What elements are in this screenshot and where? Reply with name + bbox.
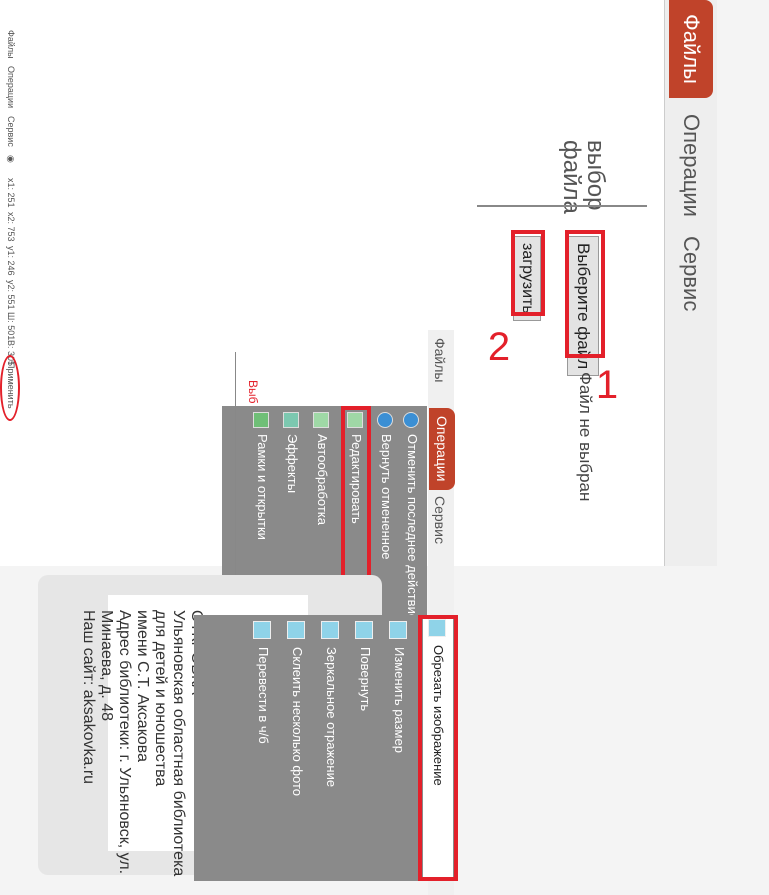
merge-icon (287, 621, 306, 639)
undo-icon (403, 412, 420, 428)
highlight-box-choose (565, 230, 605, 358)
menu-item-label: Вернуть отмененное (379, 434, 394, 560)
menu-item-label: Рамки и открытки (255, 434, 270, 540)
highlight-box-upload (511, 230, 545, 316)
document-line: Адрес библиотеки: г. Ульяновск, ул. Мина… (98, 610, 133, 875)
submenu-item-label: Повернуть (358, 647, 373, 712)
tab-service[interactable]: Сервис (669, 222, 713, 325)
submenu-item-merge[interactable]: Склеить несколько фото (282, 621, 312, 796)
menu-item-effects[interactable]: Эффекты (279, 412, 305, 493)
document-line: Наш сайт: aksakovka.ru (80, 610, 97, 785)
document-line: имени С.Т. Аксакова (134, 610, 151, 762)
menu-item-undo[interactable]: Отменить последнее действие (399, 412, 425, 621)
separator-line (235, 352, 236, 602)
tab-operations[interactable]: Операции (669, 100, 713, 231)
submenu-item-label: Склеить несколько фото (290, 647, 305, 797)
submenu-item-grayscale[interactable]: Перевести в ч/б (248, 621, 278, 744)
coord-x2: x2: 753 (6, 212, 16, 242)
rotate-icon (355, 621, 374, 639)
frames-icon (253, 412, 270, 428)
file-select-label: выбор файла (558, 140, 609, 214)
highlight-box-crop (418, 615, 458, 881)
submenu-item-mirror[interactable]: Зеркальное отражение (316, 621, 346, 787)
menu-item-label: Автообработка (315, 434, 330, 526)
grayscale-icon (253, 621, 272, 639)
submenu-item-label: Перевести в ч/б (256, 647, 271, 744)
tab-bar: Файлы Операции Сервис (664, 0, 717, 566)
tab-files[interactable]: Файлы (669, 0, 713, 98)
menu-item-auto[interactable]: Автообработка (309, 412, 335, 525)
status-item[interactable]: Файлы (6, 30, 16, 59)
tab-operations[interactable]: Операции (429, 408, 455, 490)
submenu-item-resize[interactable]: Изменить размер (384, 621, 414, 753)
highlight-oval-apply (0, 355, 20, 421)
document-text: ОТКРОВКА Ульяновская областная библиотек… (80, 610, 205, 880)
status-bar: Файлы Операции Сервис ◉ x1: 251 x2: 753 … (0, 0, 24, 895)
coord-y2: y2: 551 (6, 280, 16, 310)
submenu-panel: Обрезать изображение Изменить размер Пов… (194, 615, 458, 881)
effects-icon (283, 412, 300, 428)
document-line: Ульяновская областная библиотека для дет… (152, 610, 187, 877)
submenu-item-label: Изменить размер (392, 647, 407, 753)
submenu-item-rotate[interactable]: Повернуть (350, 621, 380, 711)
redo-icon (377, 412, 394, 428)
edit-submenu: Обрезать изображение Изменить размер Пов… (194, 615, 458, 881)
side-label: Выб (246, 380, 260, 404)
auto-icon (313, 412, 330, 428)
menu-item-frames[interactable]: Рамки и открытки (249, 412, 275, 540)
status-item[interactable]: Сервис (6, 116, 16, 147)
menu-item-redo[interactable]: Вернуть отмененное (373, 412, 399, 559)
resize-icon (389, 621, 408, 639)
width-value: Ш: 501 (6, 312, 16, 341)
menu-item-label: Эффекты (285, 434, 300, 494)
coord-y1: y1: 246 (6, 246, 16, 276)
tab-service[interactable]: Сервис (429, 488, 451, 552)
no-file-text: Файл не выбран (576, 372, 595, 502)
camera-icon[interactable]: ◉ (5, 155, 16, 163)
submenu-item-label: Зеркальное отражение (324, 647, 339, 788)
divider (477, 205, 647, 207)
mirror-icon (321, 621, 340, 639)
tab-files[interactable]: Файлы (429, 330, 451, 390)
marker-2: 2 (487, 325, 511, 370)
menu-item-label: Отменить последнее действие (405, 434, 420, 622)
status-item[interactable]: Операции (6, 66, 16, 108)
coord-x1: x1: 251 (6, 178, 16, 208)
marker-1: 1 (595, 363, 619, 408)
